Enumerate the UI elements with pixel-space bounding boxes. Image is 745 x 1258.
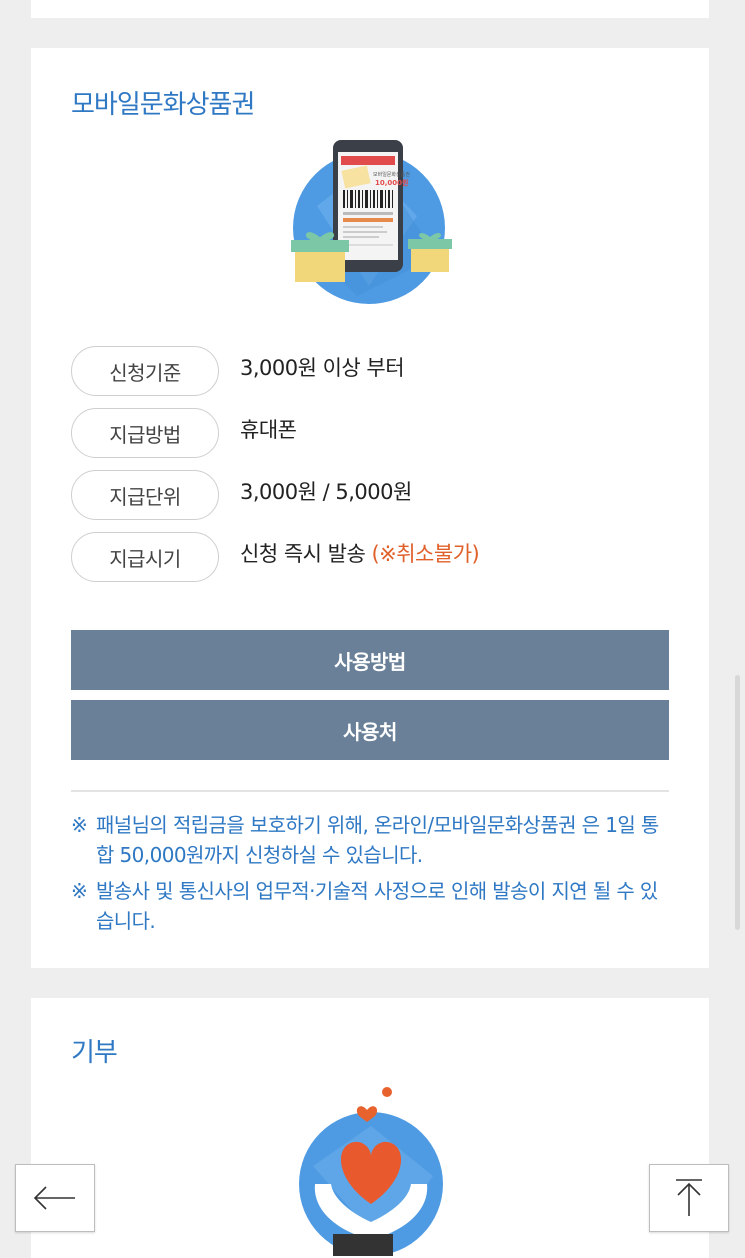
info-value-timing-text: 신청 즉시 발송 <box>240 542 372 566</box>
divider <box>71 790 669 792</box>
notice-mark: ※ <box>71 813 88 837</box>
info-label-unit: 지급단위 <box>71 470 219 520</box>
heart-hands-illustration <box>299 1087 443 1256</box>
info-value-unit: 3,000원 / 5,000원 <box>240 480 412 504</box>
arrow-left-icon <box>33 1186 75 1210</box>
how-to-use-button[interactable]: 사용방법 <box>71 630 669 690</box>
info-row-timing: 지급시기 신청 즉시 발송 (※취소불가) <box>71 532 671 584</box>
info-value-method: 휴대폰 <box>240 418 297 442</box>
info-value-timing: 신청 즉시 발송 (※취소불가) <box>240 538 480 568</box>
mobile-voucher-illustration: 모바일문화상품권 10,000원 <box>291 140 452 304</box>
info-row-method: 지급방법 휴대폰 <box>71 408 671 460</box>
no-cancel-warning: (※취소불가) <box>371 542 480 566</box>
donation-section: 기부 <box>31 998 709 1258</box>
scroll-top-icon <box>676 1179 702 1216</box>
scrollbar[interactable] <box>735 675 740 930</box>
scroll-top-button[interactable] <box>649 1164 729 1232</box>
notice-delay: ※ 발송사 및 통신사의 업무적·기술적 사정으로 인해 발송이 지연 될 수 … <box>71 876 671 936</box>
info-row-criteria: 신청기준 3,000원 이상 부터 <box>71 346 671 398</box>
voucher-amount-label: 10,000원 <box>375 178 408 187</box>
notice-daily-limit: ※ 패널님의 적립금을 보호하기 위해, 온라인/모바일문화상품권 은 1일 통… <box>71 810 671 870</box>
info-label-criteria: 신청기준 <box>71 346 219 396</box>
svg-text:모바일문화상품권: 모바일문화상품권 <box>373 171 410 178</box>
section-title-mobile-gift: 모바일문화상품권 <box>71 90 255 120</box>
info-label-timing: 지급시기 <box>71 532 219 582</box>
notice-text: 발송사 및 통신사의 업무적·기술적 사정으로 인해 발송이 지연 될 수 있습… <box>96 879 658 933</box>
previous-section-card <box>31 0 709 18</box>
section-title-donation: 기부 <box>71 1038 118 1068</box>
back-button[interactable] <box>15 1164 95 1232</box>
mobile-gift-card-section: 모바일문화상품권 모바일문화상품권 10,000원 신청기준 3,000원 이상… <box>31 48 709 968</box>
info-row-unit: 지급단위 3,000원 / 5,000원 <box>71 470 671 522</box>
notice-mark: ※ <box>71 879 88 903</box>
info-label-method: 지급방법 <box>71 408 219 458</box>
where-to-use-button[interactable]: 사용처 <box>71 700 669 760</box>
info-value-criteria: 3,000원 이상 부터 <box>240 356 405 380</box>
notice-text: 패널님의 적립금을 보호하기 위해, 온라인/모바일문화상품권 은 1일 통합 … <box>96 813 659 867</box>
